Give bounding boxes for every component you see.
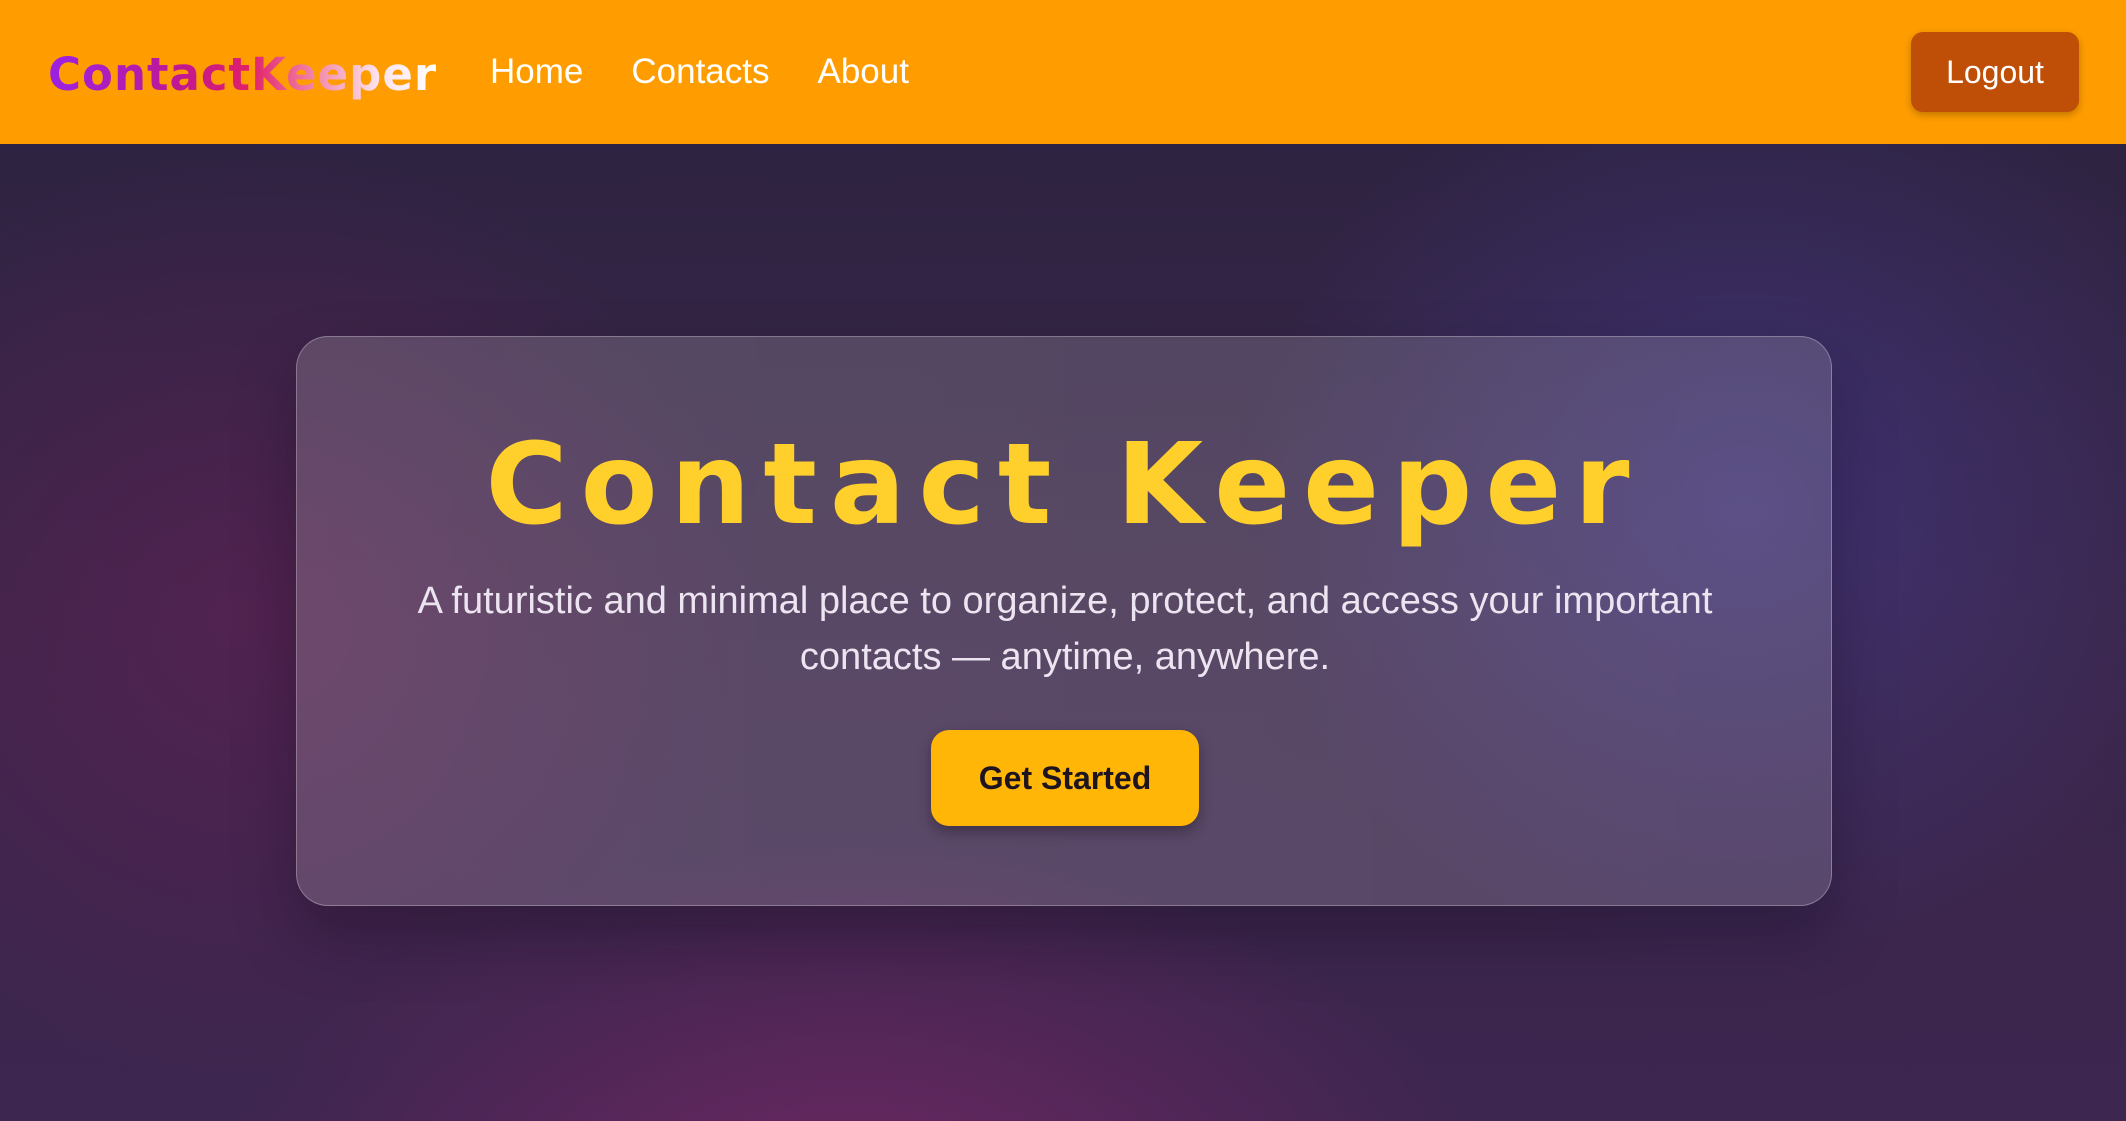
get-started-button[interactable]: Get Started	[931, 730, 1199, 826]
nav-link-about[interactable]: About	[818, 48, 909, 96]
brand-logo[interactable]: ContactKeeper	[48, 46, 437, 104]
logout-button[interactable]: Logout	[1911, 32, 2079, 112]
navbar: ContactKeeper Home Contacts About Logout	[0, 0, 2126, 144]
hero-subtitle: A futuristic and minimal place to organi…	[417, 580, 1713, 678]
nav-link-home[interactable]: Home	[490, 48, 583, 96]
nav-link-contacts[interactable]: Contacts	[631, 48, 769, 96]
hero-title: Contact Keeper	[485, 420, 1643, 550]
hero-card: Contact Keeper A futuristic and minimal …	[296, 336, 1832, 906]
nav-links: Home Contacts About	[490, 48, 909, 96]
